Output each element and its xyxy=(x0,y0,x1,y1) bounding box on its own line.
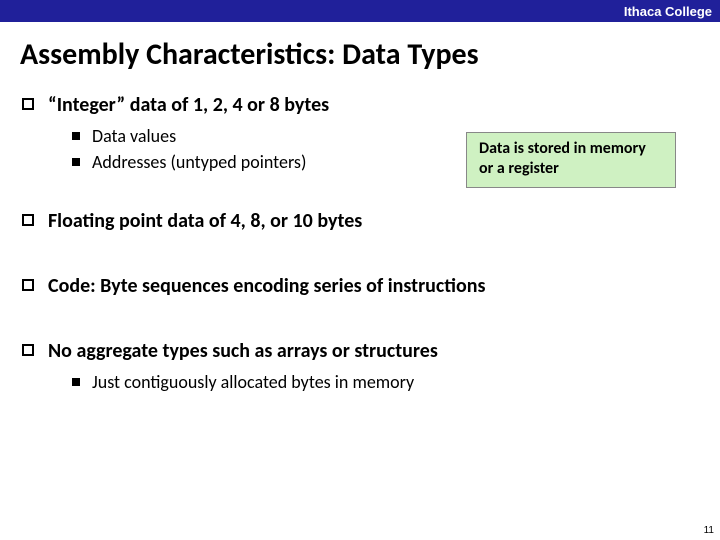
bullet-3: Code: Byte sequences encoding series of … xyxy=(20,274,700,299)
bullet-1-sub-wrap: Data values Addresses (untyped pointers)… xyxy=(20,124,700,175)
slide-content: “Integer” data of 1, 2, 4 or 8 bytes Dat… xyxy=(0,93,720,394)
bullet-4-sub-1-text: Just contiguously allocated bytes in mem… xyxy=(92,370,414,394)
header-bar: Ithaca College xyxy=(0,0,720,22)
bullet-3-text: Code: Byte sequences encoding series of … xyxy=(48,274,485,299)
slide: Ithaca College Assembly Characteristics:… xyxy=(0,0,720,540)
page-number: 11 xyxy=(704,525,714,536)
slide-title: Assembly Characteristics: Data Types xyxy=(0,22,720,83)
bullet-1-text: “Integer” data of 1, 2, 4 or 8 bytes xyxy=(48,93,329,118)
bullet-4-sub-1: Just contiguously allocated bytes in mem… xyxy=(72,370,700,394)
solid-square-icon xyxy=(72,378,80,386)
hollow-square-icon xyxy=(22,344,34,356)
callout-box: Data is stored in memory or a register xyxy=(466,132,676,188)
hollow-square-icon xyxy=(22,98,34,110)
solid-square-icon xyxy=(72,158,80,166)
bullet-1-sub-2-text: Addresses (untyped pointers) xyxy=(92,150,306,174)
bullet-2-text: Floating point data of 4, 8, or 10 bytes xyxy=(48,209,362,234)
bullet-1-sub-1-text: Data values xyxy=(92,124,176,148)
solid-square-icon xyxy=(72,132,80,140)
hollow-square-icon xyxy=(22,279,34,291)
bullet-4-text: No aggregate types such as arrays or str… xyxy=(48,339,438,364)
bullet-1: “Integer” data of 1, 2, 4 or 8 bytes xyxy=(20,93,700,118)
callout-text: Data is stored in memory or a register xyxy=(479,139,646,178)
bullet-2: Floating point data of 4, 8, or 10 bytes xyxy=(20,209,700,234)
hollow-square-icon xyxy=(22,214,34,226)
bullet-4: No aggregate types such as arrays or str… xyxy=(20,339,700,364)
header-org: Ithaca College xyxy=(624,4,712,19)
bullet-4-sublist: Just contiguously allocated bytes in mem… xyxy=(72,370,700,394)
